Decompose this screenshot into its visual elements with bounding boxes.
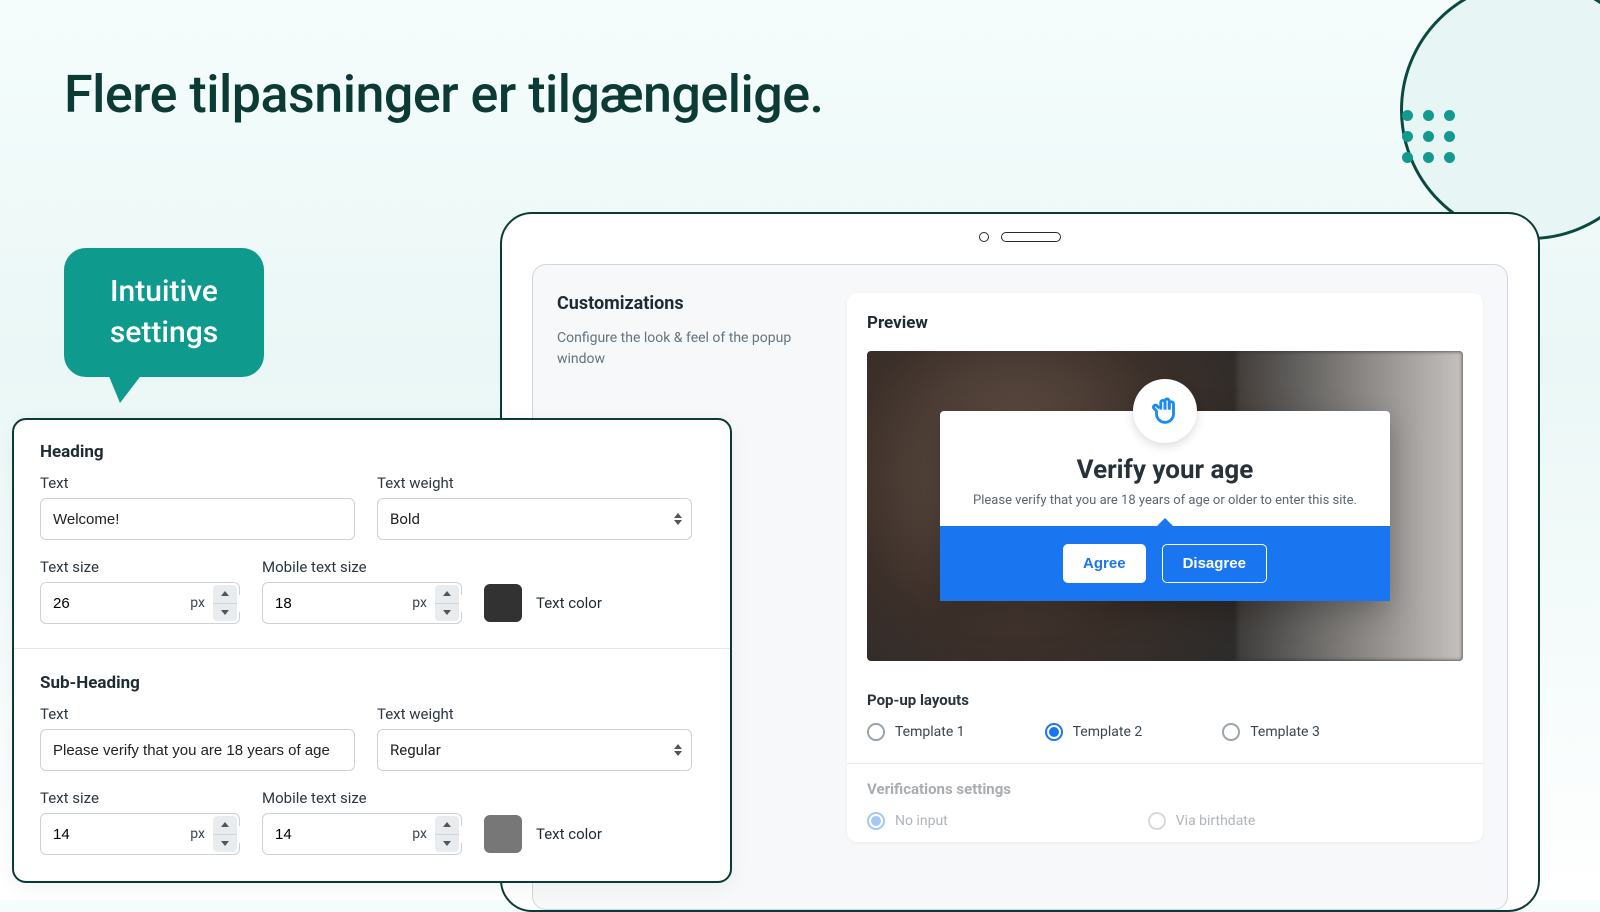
customizations-subtitle: Configure the look & feel of the popup w…	[557, 328, 808, 370]
section-heading-title: Heading	[40, 442, 704, 462]
popup-heading: Verify your age	[940, 447, 1390, 493]
chevron-down-icon[interactable]	[435, 835, 459, 853]
heading-color-swatch[interactable]	[484, 584, 522, 622]
customizations-title: Customizations	[557, 293, 808, 314]
settings-card: Heading Text Text weight Bold Text size …	[12, 418, 732, 883]
tablet-camera	[979, 232, 1061, 242]
stepper-buttons[interactable]	[435, 816, 459, 852]
stepper-buttons[interactable]	[213, 585, 237, 621]
chevron-updown-icon	[674, 744, 682, 756]
sub-text-input[interactable]	[40, 729, 355, 771]
callout-line2: settings	[110, 315, 218, 350]
radio-template-2[interactable]: Template 2	[1045, 723, 1143, 741]
heading-msize-label: Mobile text size	[262, 558, 462, 576]
verifications-radiogroup: No input Via birthdate	[867, 812, 1463, 830]
page-title: Flere tilpasninger er tilgængelige.	[64, 64, 824, 125]
radio-template-1-label: Template 1	[895, 724, 965, 740]
heading-size-input[interactable]: px	[40, 582, 240, 624]
popup-layouts-radiogroup: Template 1 Template 2 Template 3	[867, 723, 1463, 741]
heading-text-input[interactable]	[40, 498, 355, 540]
radio-template-3[interactable]: Template 3	[1222, 723, 1320, 741]
chevron-up-icon[interactable]	[213, 816, 237, 835]
preview-title: Preview	[867, 313, 1463, 333]
sub-size-label: Text size	[40, 789, 240, 807]
chevron-up-icon[interactable]	[435, 585, 459, 604]
radio-via-birthdate-label: Via birthdate	[1176, 813, 1256, 829]
sub-msize-label: Mobile text size	[262, 789, 462, 807]
sub-weight-select[interactable]: Regular	[377, 729, 692, 771]
heading-weight-label: Text weight	[377, 474, 692, 492]
preview-card: Preview Verify your age Please verify th…	[847, 293, 1483, 842]
radio-template-1[interactable]: Template 1	[867, 723, 965, 741]
popup-action-bar: Agree Disagree	[940, 526, 1390, 601]
radio-via-birthdate[interactable]: Via birthdate	[1148, 812, 1256, 830]
unit-px: px	[412, 595, 427, 611]
stepper-buttons[interactable]	[213, 816, 237, 852]
divider	[14, 648, 730, 649]
disagree-button[interactable]: Disagree	[1162, 544, 1267, 583]
heading-text-label: Text	[40, 474, 355, 492]
popup-layouts-label: Pop-up layouts	[867, 691, 1463, 709]
age-verify-popup: Verify your age Please verify that you a…	[940, 411, 1390, 601]
agree-button[interactable]: Agree	[1063, 544, 1146, 583]
sub-color-swatch[interactable]	[484, 815, 522, 853]
hand-icon	[1133, 379, 1197, 443]
heading-weight-select[interactable]: Bold	[377, 498, 692, 540]
sub-text-label: Text	[40, 705, 355, 723]
unit-px: px	[412, 826, 427, 842]
radio-template-2-label: Template 2	[1073, 724, 1143, 740]
unit-px: px	[190, 595, 205, 611]
radio-no-input-label: No input	[895, 813, 948, 829]
preview-background-image: Verify your age Please verify that you a…	[867, 351, 1463, 661]
callout-bubble: Intuitive settings	[64, 248, 264, 377]
verifications-settings-label: Verifications settings	[867, 780, 1463, 798]
radio-no-input[interactable]: No input	[867, 812, 948, 830]
chevron-up-icon[interactable]	[213, 585, 237, 604]
chevron-down-icon[interactable]	[213, 835, 237, 853]
unit-px: px	[190, 826, 205, 842]
sub-color-label: Text color	[536, 825, 602, 843]
radio-template-3-label: Template 3	[1250, 724, 1320, 740]
heading-color-label: Text color	[536, 594, 602, 612]
divider	[847, 763, 1483, 764]
heading-size-label: Text size	[40, 558, 240, 576]
background-dots-decoration	[1402, 110, 1455, 163]
sub-weight-label: Text weight	[377, 705, 692, 723]
chevron-down-icon[interactable]	[213, 604, 237, 622]
chevron-updown-icon	[674, 513, 682, 525]
sub-size-input[interactable]: px	[40, 813, 240, 855]
stepper-buttons[interactable]	[435, 585, 459, 621]
heading-msize-input[interactable]: px	[262, 582, 462, 624]
section-subheading-title: Sub-Heading	[40, 673, 704, 693]
chevron-down-icon[interactable]	[435, 604, 459, 622]
chevron-up-icon[interactable]	[435, 816, 459, 835]
sub-msize-input[interactable]: px	[262, 813, 462, 855]
callout-line1: Intuitive	[110, 274, 218, 309]
